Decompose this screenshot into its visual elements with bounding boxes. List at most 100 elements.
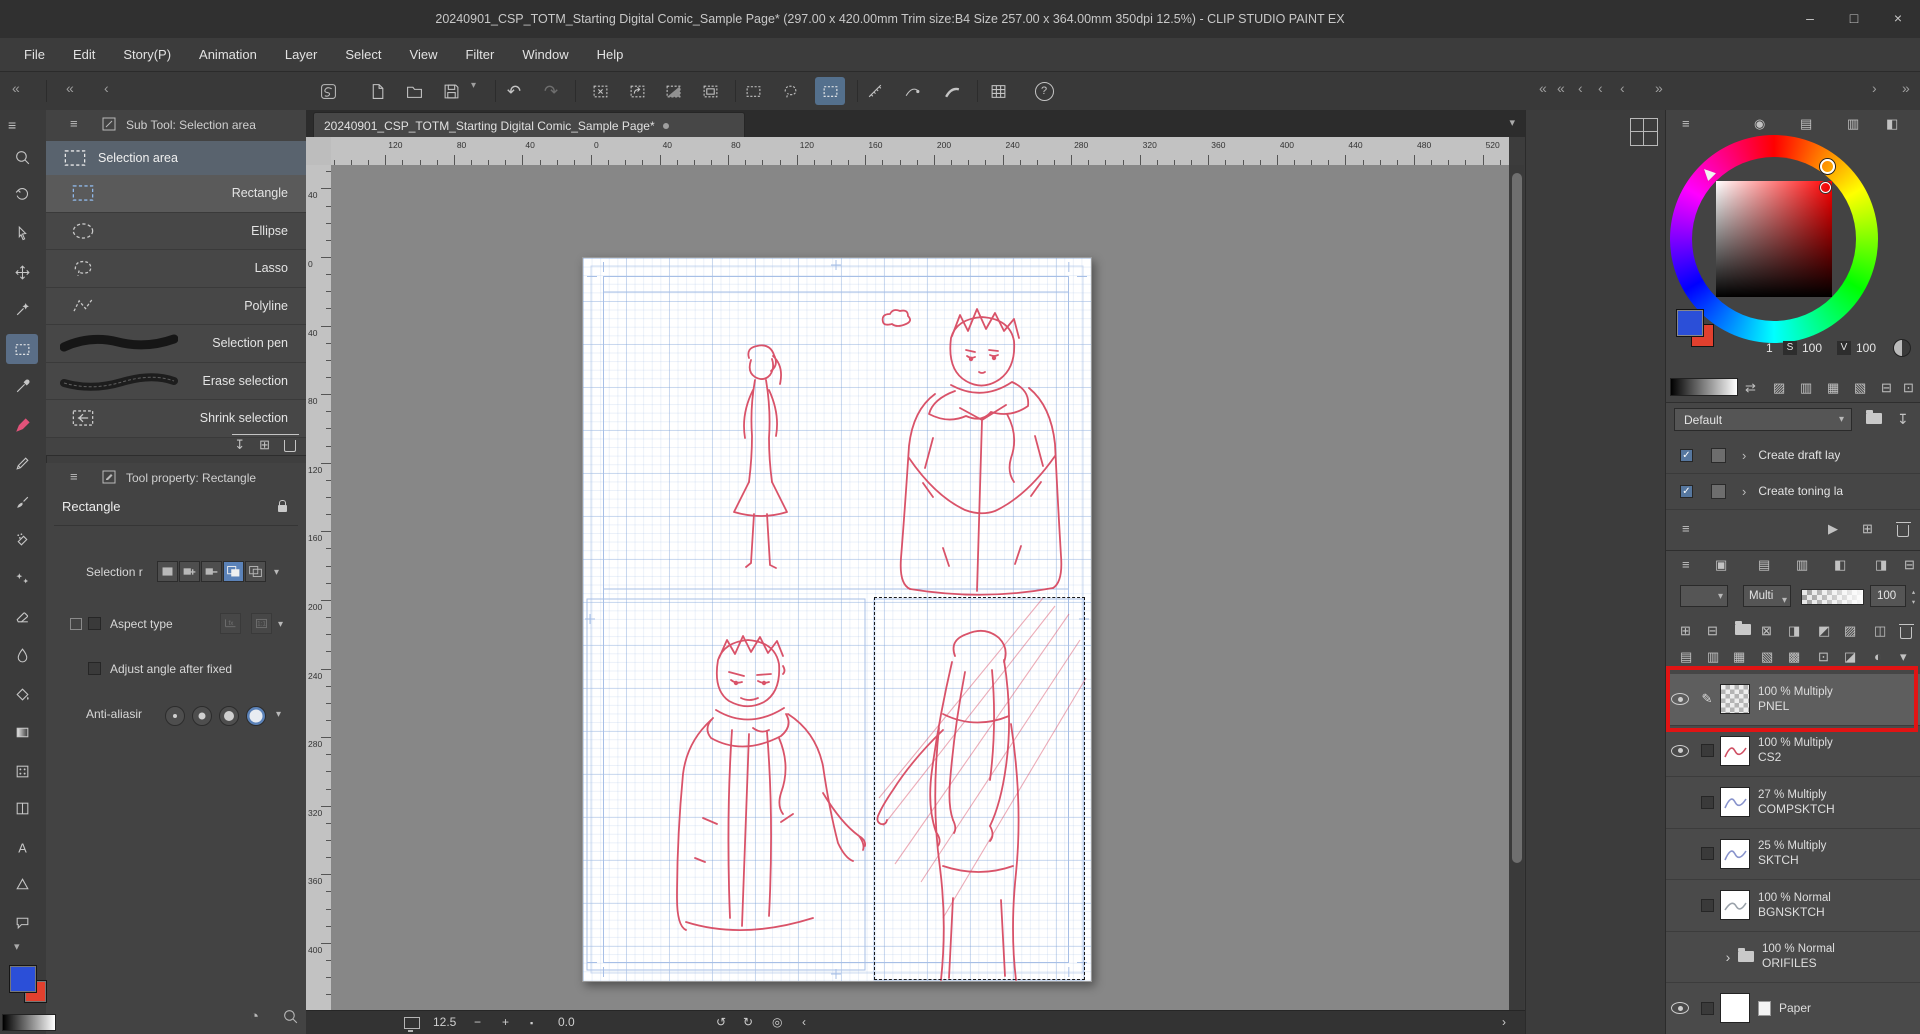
- expander-icon[interactable]: ›: [1720, 949, 1736, 965]
- save-button[interactable]: [436, 77, 466, 105]
- layer-thumbnail[interactable]: [1720, 839, 1750, 869]
- main-color-chip[interactable]: [9, 965, 37, 993]
- auto-action-row[interactable]: ✓›Create toning la: [1666, 473, 1920, 510]
- tool-tone[interactable]: [6, 756, 38, 786]
- add-folder-icon[interactable]: [1864, 412, 1882, 426]
- menu-help[interactable]: Help: [583, 38, 638, 72]
- blend-mode-dropdown[interactable]: Multi ▾: [1743, 585, 1791, 607]
- menu-icon[interactable]: ≡: [1682, 522, 1690, 535]
- swap-icon[interactable]: ⇄: [1745, 381, 1756, 394]
- auto-action-checkbox[interactable]: ✓: [1680, 485, 1693, 498]
- tool-eyedropper[interactable]: [6, 371, 38, 401]
- dock-arrow-icon[interactable]: ‹: [1578, 80, 1583, 96]
- visibility-cell[interactable]: [1666, 693, 1694, 705]
- subtool-item-lasso[interactable]: Lasso: [46, 250, 306, 288]
- rotate-right-icon[interactable]: ↻: [743, 1015, 753, 1029]
- reset-rotation-icon[interactable]: ◎: [772, 1015, 782, 1029]
- selection-mode-new[interactable]: [157, 561, 178, 582]
- dock-arrow-icon[interactable]: ‹: [1598, 80, 1603, 96]
- opacity-spinner[interactable]: ▴▾: [1908, 585, 1919, 607]
- tool-figure[interactable]: [6, 869, 38, 899]
- layer-row-compsktch[interactable]: 27 % MultiplyCOMPSKTCH: [1666, 777, 1920, 829]
- new-canvas-button[interactable]: [362, 77, 392, 105]
- sliders-icon[interactable]: ▥: [1800, 381, 1812, 394]
- layer-row-sktch[interactable]: 25 % MultiplySKTCH: [1666, 829, 1920, 881]
- selection-mode-add[interactable]: [179, 561, 200, 582]
- dock-arrow-icon[interactable]: »: [1655, 80, 1663, 96]
- csp-logo-icon[interactable]: [313, 77, 343, 105]
- tool-text[interactable]: A: [6, 832, 38, 862]
- tool-airbrush[interactable]: [6, 524, 38, 554]
- scroll-right-arrow[interactable]: ›: [1502, 1015, 1506, 1029]
- tool-balloon[interactable]: [6, 907, 38, 937]
- grid2-icon[interactable]: ▦: [1733, 650, 1745, 663]
- grayscale-swatch-bar[interactable]: [2, 1014, 56, 1031]
- save-dropdown-icon[interactable]: ▾: [471, 80, 476, 91]
- dock-arrow-icon[interactable]: ‹: [104, 80, 109, 96]
- add-icon[interactable]: ⊞: [259, 438, 270, 451]
- hue-ring-marker[interactable]: [1820, 159, 1835, 174]
- menu-window[interactable]: Window: [508, 38, 582, 72]
- snap-guide-icon[interactable]: [937, 77, 967, 105]
- visibility-cell[interactable]: [1666, 745, 1694, 757]
- trash-icon[interactable]: [1900, 627, 1912, 639]
- dock-arrow-icon[interactable]: «: [1539, 80, 1547, 96]
- layer-row-cs2[interactable]: 100 % MultiplyCS2: [1666, 726, 1920, 778]
- adjust-angle-checkbox[interactable]: [88, 662, 101, 675]
- menu-edit[interactable]: Edit: [59, 38, 109, 72]
- layer-checkbox[interactable]: [1701, 847, 1714, 860]
- subtool-item-ellipse[interactable]: Ellipse: [46, 213, 306, 251]
- border-selection-button[interactable]: [695, 77, 725, 105]
- layer-edit-cell[interactable]: [1694, 899, 1720, 912]
- tool-strip-menu-icon[interactable]: ≡: [8, 118, 16, 132]
- layer-checkbox[interactable]: [1701, 744, 1714, 757]
- vscroll-thumb[interactable]: [1512, 173, 1522, 863]
- dock-arrow-icon[interactable]: «: [1557, 80, 1565, 96]
- snap-ruler-icon[interactable]: [860, 77, 890, 105]
- tool-operation[interactable]: [6, 218, 38, 248]
- snap-special-ruler-icon[interactable]: [897, 77, 927, 105]
- minimize-button[interactable]: –: [1788, 0, 1832, 38]
- tool-move-canvas[interactable]: [6, 178, 38, 208]
- layer-thumbnail[interactable]: [1720, 684, 1750, 714]
- expand-arrow-icon[interactable]: ›: [1742, 484, 1746, 499]
- play-icon[interactable]: ▶: [1828, 522, 1838, 535]
- aspect-dropdown-icon[interactable]: ▾: [278, 619, 283, 630]
- main-color-chip[interactable]: [1676, 309, 1704, 337]
- subtool-item-selection-pen[interactable]: Selection pen: [46, 325, 306, 363]
- layer-edit-cell[interactable]: ✎: [1694, 691, 1720, 707]
- menu-file[interactable]: File: [10, 38, 59, 72]
- selection-mode-dropdown-icon[interactable]: ▾: [274, 567, 279, 578]
- menu-filter[interactable]: Filter: [451, 38, 508, 72]
- dock-arrow-icon[interactable]: «: [66, 80, 74, 96]
- merge-icon[interactable]: ⊠: [1761, 624, 1772, 637]
- mixer-icon[interactable]: ◧: [1886, 117, 1898, 130]
- zoom-value[interactable]: 12.5: [433, 1015, 456, 1029]
- invert-selection-button[interactable]: [658, 77, 688, 105]
- two-icon[interactable]: ◫: [1874, 624, 1886, 637]
- antialias-strong[interactable]: [246, 706, 266, 726]
- dup-icon[interactable]: ⊟: [1707, 624, 1718, 637]
- tool-eraser[interactable]: [6, 601, 38, 631]
- sv-marker[interactable]: [1820, 182, 1831, 193]
- tool-auto-select[interactable]: [6, 294, 38, 324]
- down-icon[interactable]: ▾: [1900, 650, 1907, 663]
- auto-action-checkbox[interactable]: ✓: [1680, 449, 1693, 462]
- dock-arrow-icon[interactable]: »: [1902, 80, 1910, 96]
- tool-marker[interactable]: [6, 410, 38, 440]
- opacity-slider[interactable]: [1801, 589, 1864, 605]
- layer-edit-cell[interactable]: [1694, 1002, 1720, 1015]
- antialias-none[interactable]: [165, 706, 185, 726]
- subtool-item-erase-selection[interactable]: Erase selection: [46, 363, 306, 401]
- hist-icon[interactable]: ▧: [1761, 650, 1773, 663]
- layer-checkbox[interactable]: [1701, 899, 1714, 912]
- aspect-type-checkbox[interactable]: [88, 617, 101, 630]
- antialias-weak[interactable]: [192, 706, 212, 726]
- layer-edit-cell[interactable]: [1694, 796, 1720, 809]
- layer-edit-cell[interactable]: [1694, 847, 1720, 860]
- layer-thumbnail[interactable]: [1720, 787, 1750, 817]
- subtool-item-shrink-selection[interactable]: Shrink selection: [46, 400, 306, 438]
- rect-select-icon[interactable]: [738, 77, 768, 105]
- subtool-item-rectangle[interactable]: Rectangle: [46, 175, 306, 213]
- tool-selection-area[interactable]: [6, 334, 38, 364]
